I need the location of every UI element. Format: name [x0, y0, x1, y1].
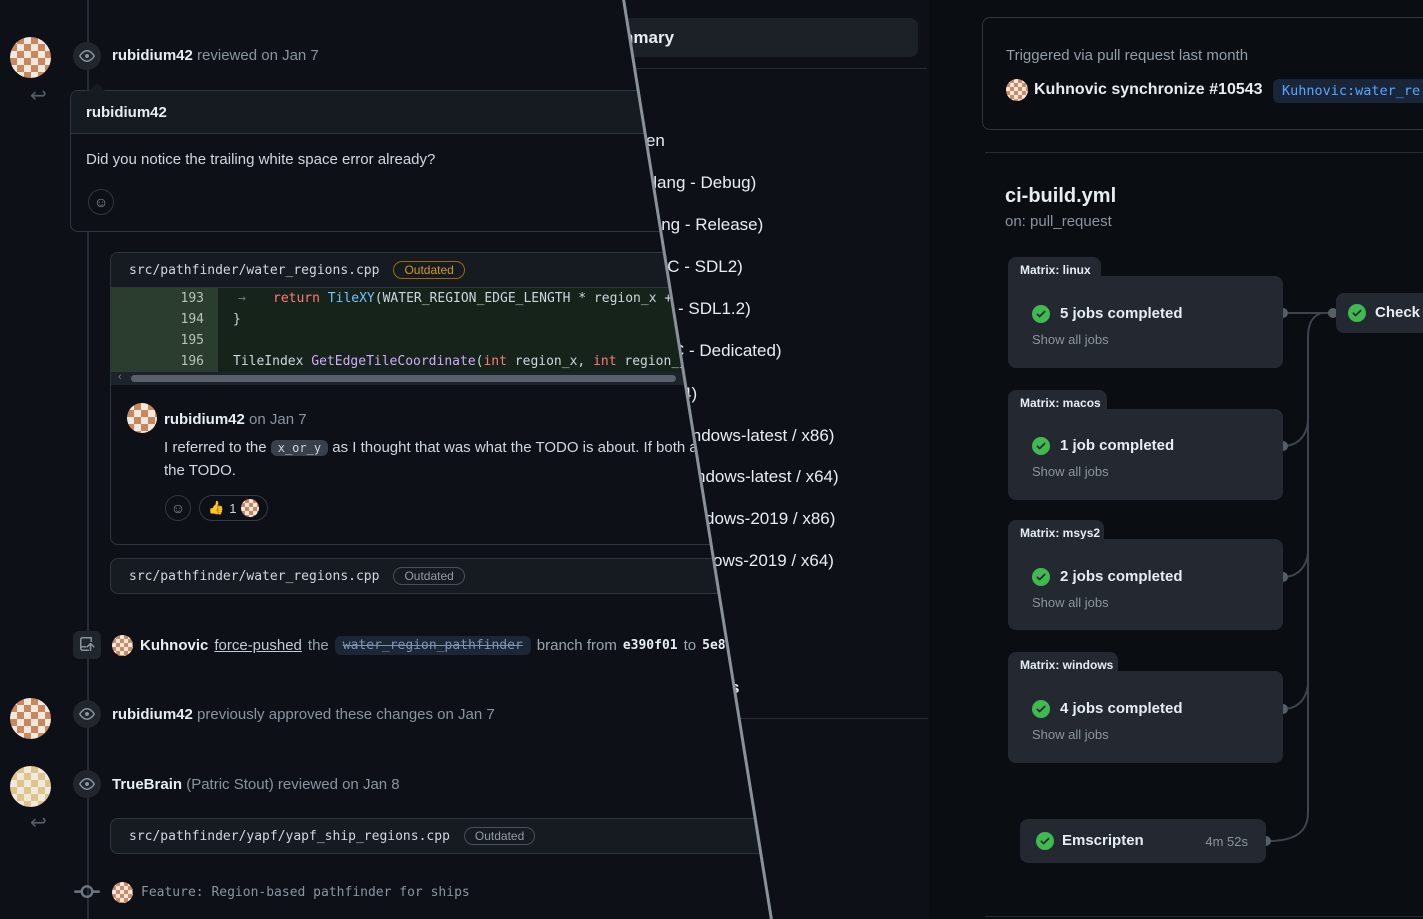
check-circle-icon — [1032, 700, 1050, 718]
repo-push-icon — [73, 631, 101, 659]
head-branch-chip[interactable]: Kuhnovic:water_re — [1273, 79, 1423, 103]
matrix-msys2-show-all-jobs[interactable]: Show all jobs — [1032, 595, 1109, 610]
emscripten-job-duration: 4m 52s — [1205, 834, 1248, 849]
matrix-linux-card[interactable]: 5 jobs completed Show all jobs — [1008, 276, 1283, 368]
avatar[interactable] — [127, 403, 157, 433]
eye-icon — [73, 770, 101, 798]
smiley-icon: ☺ — [171, 500, 185, 516]
commit-sha-link[interactable]: e390f01 — [623, 638, 678, 653]
comment-body: Did you notice the trailing white space … — [86, 151, 435, 168]
emscripten-job-label: Emscripten — [1062, 832, 1144, 849]
author-link[interactable]: rubidium42 — [112, 47, 193, 64]
matrix-msys2-status: 2 jobs completed — [1060, 568, 1183, 585]
inline-comment-meta: rubidium42 on Jan 7 — [164, 411, 307, 428]
line-number: 194 — [111, 312, 204, 327]
comment-caret — [89, 83, 105, 91]
author-link[interactable]: Kuhnovic — [140, 637, 208, 654]
avatar[interactable] — [1006, 79, 1028, 101]
eye-icon — [73, 700, 101, 728]
matrix-macos-status: 1 job completed — [1060, 437, 1174, 454]
review-event-2: TrueBrain (Patric Stout) reviewed on Jan… — [112, 776, 400, 793]
comment-author[interactable]: rubidium42 — [86, 104, 167, 121]
check-annotations-label: Check An — [1375, 304, 1423, 321]
review-event-1: rubidium42 reviewed on Jan 7 — [112, 47, 319, 64]
line-number: 196 — [111, 354, 204, 369]
workflow-event-line[interactable]: Kuhnovic synchronize #10543 — [1034, 81, 1263, 99]
reply-arrow-icon: ↩ — [30, 810, 47, 835]
outdated-badge: Outdated — [464, 827, 535, 845]
scroll-left-arrow[interactable]: ‹ — [118, 371, 122, 383]
trigger-text: Triggered via pull request last month — [1006, 47, 1248, 64]
smiley-icon: ☺ — [94, 194, 108, 210]
check-circle-icon — [1032, 437, 1050, 455]
matrix-linux-show-all-jobs[interactable]: Show all jobs — [1032, 332, 1109, 347]
outdated-badge: Outdated — [393, 261, 464, 279]
line-number: 193 — [111, 291, 204, 306]
code-line-194: } — [233, 312, 241, 327]
add-reaction-button[interactable]: ☺ — [88, 189, 114, 215]
matrix-windows-status: 4 jobs completed — [1060, 700, 1183, 717]
thumbs-up-reaction-pill[interactable]: 👍 1 — [199, 495, 268, 521]
check-circle-icon — [1032, 568, 1050, 586]
eye-icon — [73, 42, 101, 70]
author-link[interactable]: TrueBrain — [112, 776, 182, 793]
screenshot-canvas: nmary ipten Clang - Debug) lang - Releas… — [0, 0, 1423, 919]
check-circle-icon — [1036, 832, 1054, 850]
matrix-windows-card[interactable]: 4 jobs completed Show all jobs — [1008, 671, 1283, 763]
line-ref-arrow: → — [238, 291, 246, 306]
trigger-info-card — [982, 17, 1423, 130]
matrix-windows-show-all-jobs[interactable]: Show all jobs — [1032, 727, 1109, 742]
avatar[interactable] — [112, 635, 133, 656]
author-link[interactable]: rubidium42 — [112, 706, 193, 723]
commit-icon — [74, 883, 100, 901]
code-line-196: TileIndex GetEdgeTileCoordinate(int regi… — [233, 354, 718, 369]
author-link[interactable]: rubidium42 — [164, 411, 245, 428]
inline-code-chip: x_or_y — [271, 440, 328, 456]
file-path[interactable]: src/pathfinder/yapf/yapf_ship_regions.cp… — [129, 829, 450, 844]
outdated-badge: Outdated — [393, 567, 464, 585]
matrix-macos-show-all-jobs[interactable]: Show all jobs — [1032, 464, 1109, 479]
avatar[interactable] — [10, 698, 51, 739]
file-path[interactable]: src/pathfinder/water_regions.cpp — [129, 263, 379, 278]
inline-comment-body-line1: I referred to the x_or_y as I thought th… — [164, 439, 698, 456]
inline-comment-body-line2: the TODO. — [164, 462, 236, 479]
file-path[interactable]: src/pathfinder/water_regions.cpp — [129, 569, 379, 584]
force-push-event: Kuhnovic force-pushed the water_region_p… — [140, 636, 786, 655]
branch-chip[interactable]: water_region_pathfinder — [335, 636, 531, 655]
commit-message-link[interactable]: Feature: Region-based pathfinder for shi… — [141, 885, 470, 900]
check-circle-icon — [1032, 305, 1050, 323]
check-circle-icon — [1348, 304, 1366, 322]
matrix-msys2-card[interactable]: 2 jobs completed Show all jobs — [1008, 539, 1283, 630]
add-reaction-button[interactable]: ☺ — [165, 495, 191, 521]
reply-arrow-icon: ↩ — [30, 83, 47, 108]
line-number: 195 — [111, 333, 204, 348]
avatar[interactable] — [10, 766, 51, 807]
check-annotations-card[interactable]: Check An — [1336, 293, 1423, 333]
avatar[interactable] — [10, 37, 51, 78]
emscripten-job-card[interactable]: Emscripten 4m 52s — [1020, 819, 1266, 863]
code-line-193: return TileXY(WATER_REGION_EDGE_LENGTH *… — [273, 291, 680, 306]
force-pushed-link[interactable]: force-pushed — [214, 637, 302, 654]
approved-event: rubidium42 previously approved these cha… — [112, 706, 495, 723]
thumbs-up-icon: 👍 — [208, 500, 224, 516]
avatar[interactable] — [112, 882, 133, 903]
scrollbar-thumb[interactable] — [131, 375, 676, 382]
matrix-linux-status: 5 jobs completed — [1060, 305, 1183, 322]
reactor-avatar — [241, 499, 259, 517]
matrix-macos-card[interactable]: 1 job completed Show all jobs — [1008, 409, 1283, 500]
